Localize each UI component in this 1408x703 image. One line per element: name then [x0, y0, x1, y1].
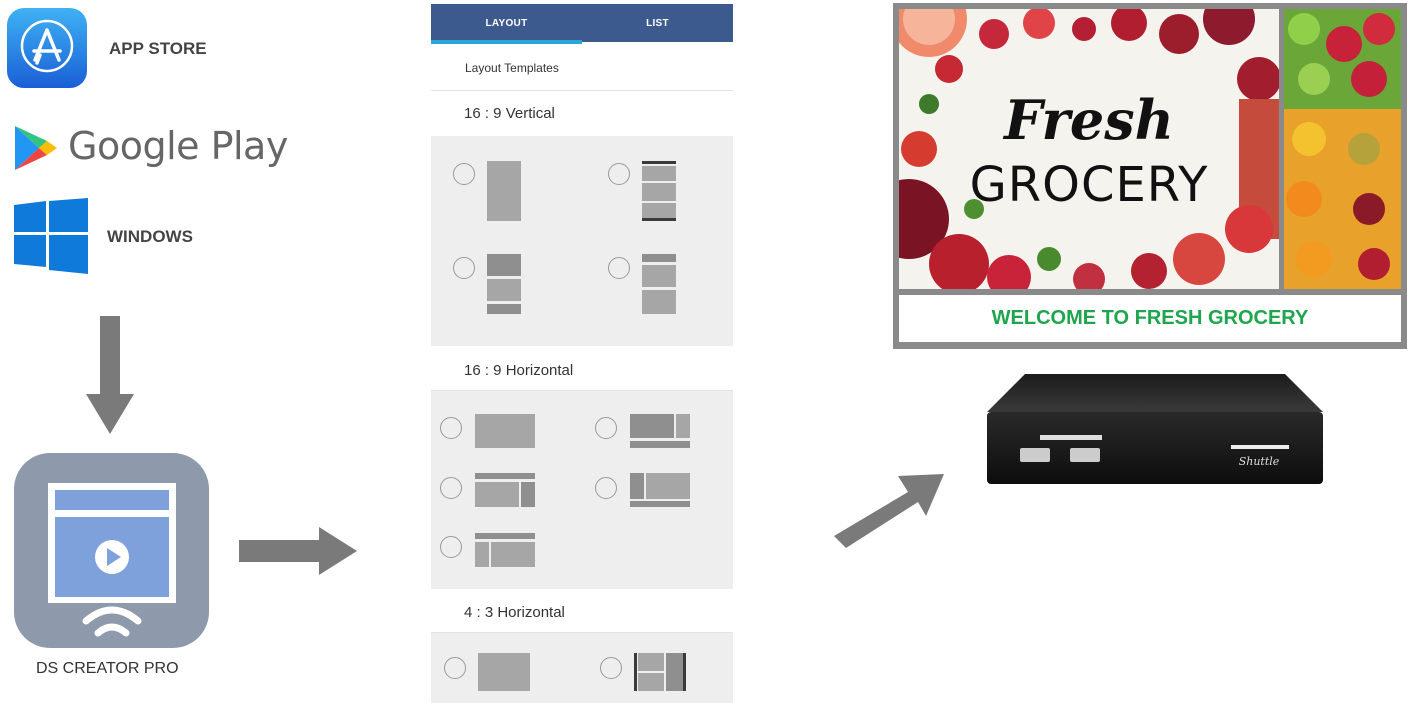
template-preview[interactable]	[630, 414, 690, 448]
template-preview[interactable]	[475, 473, 535, 507]
template-preview[interactable]	[642, 161, 676, 221]
template-radio[interactable]	[600, 657, 622, 679]
template-preview[interactable]	[642, 254, 676, 314]
template-radio[interactable]	[440, 417, 462, 439]
layout-templates-header: Layout Templates	[465, 61, 559, 75]
section-title-4-3: 4 : 3 Horizontal	[464, 604, 565, 621]
side-image	[1284, 9, 1401, 289]
template-grid-horizontal	[431, 391, 733, 589]
template-preview[interactable]	[478, 653, 530, 691]
template-preview[interactable]	[630, 473, 690, 507]
down-arrow-icon	[86, 316, 136, 436]
template-radio[interactable]	[595, 417, 617, 439]
template-preview[interactable]	[475, 414, 535, 448]
app-store-icon[interactable]	[7, 8, 87, 88]
device-brand: Shuttle	[1239, 455, 1280, 468]
windows-icon[interactable]	[14, 198, 90, 274]
tab-list[interactable]: LIST	[582, 4, 733, 42]
right-arrow-icon	[239, 527, 359, 577]
template-radio[interactable]	[608, 257, 630, 279]
template-grid-vertical	[431, 136, 733, 346]
ticker-text: WELCOME TO FRESH GROCERY	[991, 307, 1309, 329]
ds-creator-icon[interactable]	[14, 453, 209, 648]
app-store-label: APP STORE	[109, 39, 207, 58]
diagonal-arrow-icon	[832, 470, 948, 552]
template-radio[interactable]	[608, 163, 630, 185]
template-radio[interactable]	[440, 477, 462, 499]
google-play-label: Google Play	[68, 124, 288, 168]
ticker-bar: WELCOME TO FRESH GROCERY	[899, 295, 1401, 342]
phone-screen: LAYOUT LIST Layout Templates 16 : 9 Vert…	[431, 4, 733, 703]
tab-indicator	[431, 40, 582, 44]
windows-label: WINDOWS	[107, 227, 193, 246]
template-radio[interactable]	[453, 257, 475, 279]
section-title-horizontal: 16 : 9 Horizontal	[464, 362, 574, 379]
divider	[431, 90, 733, 91]
template-radio[interactable]	[444, 657, 466, 679]
template-grid-4-3	[431, 633, 733, 703]
google-play-icon[interactable]	[13, 124, 59, 172]
template-radio[interactable]	[440, 536, 462, 558]
app-name: DS CREATOR PRO	[36, 660, 179, 677]
template-preview[interactable]	[634, 653, 686, 691]
poster-image: Fresh GROCERY	[899, 9, 1279, 289]
template-preview[interactable]	[475, 533, 535, 567]
logo-script: Fresh	[1002, 88, 1174, 152]
template-radio[interactable]	[453, 163, 475, 185]
template-preview[interactable]	[487, 161, 521, 221]
tab-layout[interactable]: LAYOUT	[431, 4, 582, 42]
signage-display: Fresh GROCERY WELCOME TO FRESH GROCERY	[893, 3, 1407, 349]
section-title-vertical: 16 : 9 Vertical	[464, 105, 555, 122]
template-preview[interactable]	[487, 254, 521, 314]
media-player-device: Shuttle	[985, 372, 1325, 488]
tab-bar: LAYOUT LIST	[431, 4, 733, 44]
logo-main: GROCERY	[970, 157, 1209, 213]
template-radio[interactable]	[595, 477, 617, 499]
